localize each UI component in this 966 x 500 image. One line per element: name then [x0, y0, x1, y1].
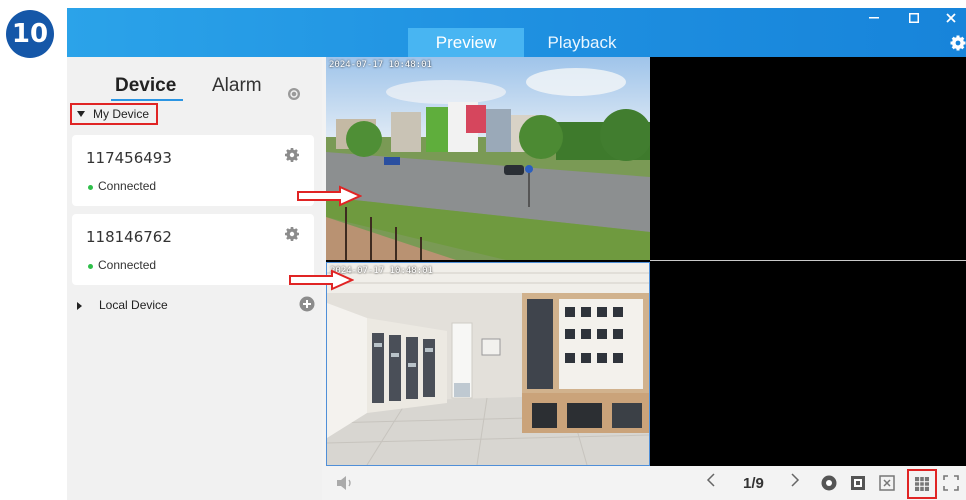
step-number-badge: 10	[6, 10, 54, 58]
device-id: 118146762	[86, 228, 172, 246]
speaker-icon[interactable]	[336, 475, 354, 491]
refresh-icon[interactable]	[287, 87, 301, 101]
my-device-label: My Device	[93, 107, 150, 121]
camera-view-empty[interactable]	[652, 57, 966, 260]
device-status: Connected	[98, 179, 157, 193]
close-all-icon[interactable]	[879, 475, 895, 491]
app-window: Preview Playback Device Alarm My Device	[67, 8, 966, 500]
gear-icon[interactable]	[284, 147, 300, 163]
street-camera-image	[326, 57, 650, 260]
device-id: 117456493	[86, 149, 172, 167]
active-tab-underline	[111, 99, 183, 101]
preview-grid: 2024-07-17 10:48:01 2024-07-17 10:48:01	[326, 57, 966, 466]
preview-toolbar: 1/9	[326, 466, 966, 500]
maximize-icon[interactable]	[899, 8, 929, 28]
device-status: Connected	[98, 258, 157, 272]
device-card[interactable]: 118146762 Connected	[72, 214, 314, 285]
online-status-dot	[88, 264, 93, 269]
chevron-left-icon[interactable]	[706, 472, 716, 493]
settings-gear-icon[interactable]	[950, 35, 966, 51]
fullscreen-icon[interactable]	[943, 475, 959, 491]
device-card[interactable]: 117456493 Connected	[72, 135, 314, 206]
online-status-dot	[88, 185, 93, 190]
tab-preview[interactable]: Preview	[408, 28, 524, 57]
local-device-label: Local Device	[99, 298, 168, 312]
page-indicator: 1/9	[743, 475, 764, 492]
camera-view-empty[interactable]	[652, 262, 966, 466]
tab-device[interactable]: Device	[115, 75, 176, 97]
layout-grid-button[interactable]	[907, 469, 937, 499]
record-icon[interactable]	[821, 475, 837, 491]
annotation-arrow-icon	[297, 185, 362, 207]
grid-divider	[650, 260, 966, 261]
annotation-arrow-icon	[289, 269, 354, 291]
minimize-icon[interactable]	[859, 8, 889, 28]
device-sidebar: Device Alarm My Device 117456493 Connect…	[67, 57, 322, 500]
add-icon[interactable]	[299, 296, 315, 312]
title-bar: Preview Playback	[67, 8, 966, 57]
local-device-group[interactable]: Local Device	[67, 295, 322, 317]
camera-timestamp: 2024-07-17 10:48:01	[329, 60, 432, 70]
chevron-right-icon[interactable]	[790, 472, 800, 493]
camera-view-showroom[interactable]: 2024-07-17 10:48:01	[326, 262, 650, 466]
gear-icon[interactable]	[284, 226, 300, 242]
layout-grid-icon	[915, 477, 929, 491]
expand-down-icon	[77, 111, 85, 117]
close-icon[interactable]	[936, 8, 966, 28]
my-device-group[interactable]: My Device	[70, 103, 158, 125]
tab-playback[interactable]: Playback	[527, 28, 637, 57]
tab-alarm[interactable]: Alarm	[212, 75, 262, 97]
snapshot-icon[interactable]	[850, 475, 866, 491]
camera-view-street[interactable]: 2024-07-17 10:48:01	[326, 57, 650, 260]
showroom-camera-image	[327, 263, 649, 465]
expand-right-icon	[77, 302, 82, 310]
